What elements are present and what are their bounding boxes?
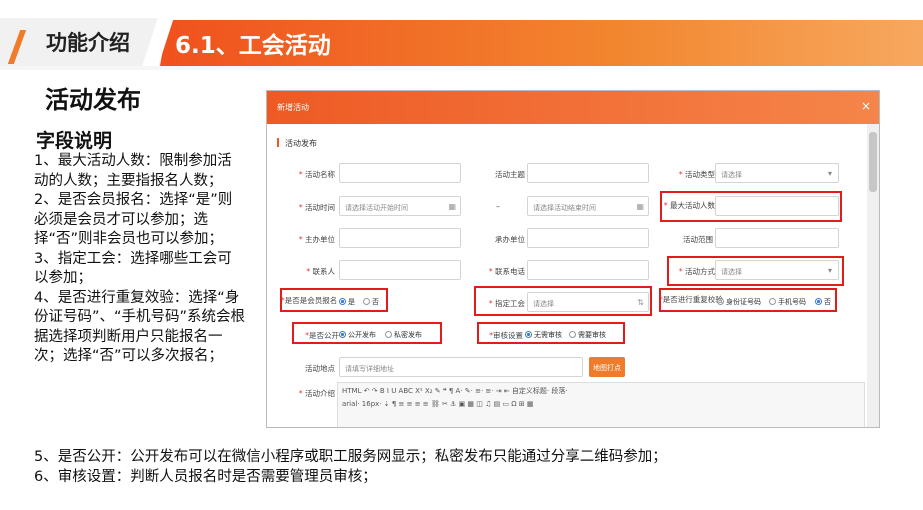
contact-input[interactable] — [339, 260, 461, 280]
label-activity-time: * 活动时间 — [298, 203, 335, 212]
header-title: 6.1、工会活动 — [175, 33, 331, 59]
activity-type-select[interactable]: 请选择 — [715, 163, 839, 183]
toolbar-row-2[interactable]: arial· 16px· ⇣ ¶ ≡ ≡ ≡ ≡ ⛓ ✂ ⚓ ▣ ▦ ◫ ♫ ▤… — [338, 397, 864, 411]
fields-heading: 字段说明 — [36, 130, 113, 152]
label-intro: * 活动介绍 — [298, 389, 335, 398]
description-item: 5、是否公开：公开发布可以在微信小程序或职工服务网显示；私密发布只能通过分享二维… — [34, 449, 667, 465]
calendar-icon: ▦ — [448, 202, 456, 211]
description-item: 3、指定工会：选择哪些工会可以参加； — [34, 250, 232, 287]
highlight-member-only — [280, 288, 388, 312]
highlight-public — [292, 322, 442, 344]
header-tab-label: 功能介绍 — [46, 31, 130, 55]
description-item: 1、最大活动人数：限制参加活动的人数；主要指报名人数； — [34, 153, 232, 189]
label-contact-phone: * 联系电话 — [488, 267, 525, 276]
co-organizer-input[interactable] — [527, 228, 649, 248]
toolbar-row-1[interactable]: HTML ↶ ↷ B I U ABC X² X₂ ✎ ❝ ¶ A· ✎· ≡· … — [338, 383, 864, 397]
time-separator: – — [496, 202, 500, 211]
label-activity-theme: 活动主题 — [495, 170, 525, 179]
label-contact: * 联系人 — [306, 267, 335, 276]
location-input[interactable]: 请填写详细地址 — [339, 357, 583, 377]
description-item: 4、是否进行重复效验：选择“身份证号码”、“手机号码”系统会根据选择项判断用户只… — [34, 289, 246, 365]
activity-name-input[interactable] — [339, 163, 461, 183]
map-pin-button[interactable]: 地图打点 — [589, 357, 625, 377]
close-icon[interactable]: × — [861, 99, 871, 113]
dialog-titlebar: 新增活动 × — [267, 91, 879, 124]
rich-text-toolbar[interactable]: HTML ↶ ↷ B I U ABC X² X₂ ✎ ❝ ¶ A· ✎· ≡· … — [337, 382, 865, 427]
dialog-scrollbar[interactable] — [867, 124, 879, 427]
label-activity-scope: 活动范围 — [683, 235, 713, 244]
highlight-assigned-union — [474, 286, 652, 316]
label-co-organizer: 承办单位 — [495, 235, 525, 244]
scrollbar-thumb[interactable] — [869, 132, 877, 192]
field-descriptions-wide: 5、是否公开：公开发布可以在微信小程序或职工服务网显示；私密发布只能通过分享二维… — [34, 447, 667, 487]
start-time-picker[interactable]: 请选择活动开始时间 ▦ — [339, 196, 461, 216]
highlight-activity-mode — [667, 256, 844, 286]
contact-phone-input[interactable] — [527, 260, 649, 280]
description-item: 2、是否会员报名：选择“是”则必须是会员才可以参加；选择“否”则非会员也可以参加… — [34, 192, 233, 247]
activity-scope-input[interactable] — [715, 228, 839, 248]
form-section-title: 活动发布 — [277, 138, 317, 148]
highlight-dup-check — [659, 288, 837, 312]
highlight-review — [477, 322, 625, 344]
slide-header: 功能介绍 6.1、工会活动 — [0, 0, 923, 70]
new-activity-dialog: 新增活动 × 活动发布 * 活动名称 活动主题 * 活动类型 请选择 * 活动时… — [266, 90, 880, 428]
field-descriptions: 1、最大活动人数：限制参加活动的人数；主要指报名人数； 2、是否会员报名：选择“… — [34, 152, 246, 367]
organizer-input[interactable] — [339, 228, 461, 248]
highlight-max-people — [660, 191, 842, 222]
label-activity-name: * 活动名称 — [298, 170, 335, 179]
calendar-icon: ▦ — [636, 202, 644, 211]
label-organizer: * 主办单位 — [298, 235, 335, 244]
activity-theme-input[interactable] — [527, 163, 649, 183]
end-time-picker[interactable]: 请选择活动结束时间 ▦ — [527, 196, 649, 216]
label-location: 活动地点 — [305, 364, 335, 373]
header-shadow — [0, 66, 923, 70]
description-item: 6、审核设置：判断人员报名时是否需要管理员审核； — [34, 469, 377, 485]
dialog-body: 活动发布 * 活动名称 活动主题 * 活动类型 请选择 * 活动时间 请选择活动… — [267, 124, 869, 427]
label-activity-type: * 活动类型 — [678, 170, 715, 179]
dialog-title: 新增活动 — [277, 103, 309, 112]
section-title: 活动发布 — [45, 86, 141, 114]
